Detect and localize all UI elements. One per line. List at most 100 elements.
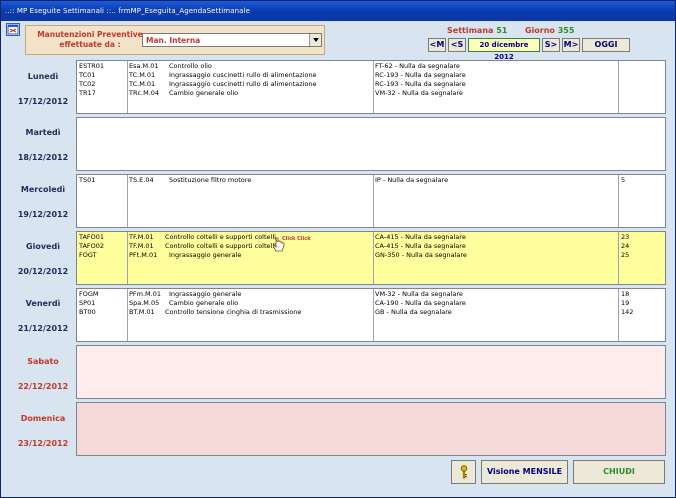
click-indicator-text: Click Click — [282, 236, 311, 242]
procedure-code: PFm.M.01 — [129, 290, 162, 298]
procedure-description: Controllo coltelli e supporti coltelli — [165, 242, 276, 250]
table-row[interactable]: FOGT PFt.M.01 Ingrassaggio generale GN-3… — [77, 251, 665, 260]
table-row[interactable]: ESTR01 Esa.M.01 Controllo olio FT-62 - N… — [77, 62, 665, 71]
procedure-code: Spa.M.05 — [129, 299, 160, 307]
result-note: CA-415 - Nulla da segnalare — [375, 242, 466, 250]
table-row[interactable]: TAFO01 TF.M.01 Controllo coltelli e supp… — [77, 233, 665, 242]
day-panel-thursday[interactable]: TAFO01 TF.M.01 Controllo coltelli e supp… — [76, 231, 666, 285]
record-number: 25 — [621, 251, 630, 259]
day-panel-sunday[interactable] — [76, 402, 666, 456]
filter-label: Manutenzioni Preventive effettuate da : — [37, 30, 143, 49]
calendar-window-icon[interactable] — [6, 23, 20, 36]
maintenance-type-value: Man. Interna — [146, 36, 201, 45]
help-button[interactable] — [451, 460, 476, 484]
day-name-tuesday: Martedì — [25, 128, 61, 137]
day-panel-saturday[interactable] — [76, 345, 666, 399]
result-note: GB - Nulla da segnalare — [375, 308, 452, 316]
day-name-wednesday: Mercoledì — [20, 185, 66, 194]
day-panel-wednesday[interactable]: TS01 TS.E.04 Sostituzione filtro motore … — [76, 174, 666, 228]
result-note: RC-193 - Nulla da segnalare — [375, 71, 466, 79]
maintenance-type-select[interactable]: Man. Interna — [142, 33, 322, 47]
close-button[interactable]: CHIUDI — [573, 460, 665, 484]
result-note: CA-415 - Nulla da segnalare — [375, 233, 466, 241]
procedure-description: Cambio generale olio — [169, 299, 239, 307]
today-button[interactable]: OGGI — [582, 38, 630, 52]
day-date-wednesday: 19/12/2012 — [17, 210, 69, 219]
result-note: GN-350 - Nulla da segnalare — [375, 251, 467, 259]
asset-code: SP01 — [79, 299, 96, 307]
monthly-view-button[interactable]: Visione MENSILE — [481, 460, 568, 484]
procedure-code: TF.M.01 — [129, 242, 154, 250]
day-date-tuesday: 18/12/2012 — [17, 153, 69, 162]
previous-week-button[interactable]: <S — [448, 38, 466, 52]
procedure-description: Ingrassaggio generale — [169, 251, 242, 259]
maintenance-filter-panel: Manutenzioni Preventive effettuate da : … — [25, 25, 325, 55]
asset-code: TS01 — [79, 176, 96, 184]
day-date-monday: 17/12/2012 — [17, 97, 69, 106]
day-panel-monday[interactable]: ESTR01 Esa.M.01 Controllo olio FT-62 - N… — [76, 60, 666, 114]
day-date-saturday: 22/12/2012 — [17, 382, 69, 391]
key-icon — [460, 465, 467, 479]
asset-code: TC02 — [79, 80, 96, 88]
procedure-code: TRc.M.04 — [129, 89, 160, 97]
day-date-friday: 21/12/2012 — [17, 324, 69, 333]
window-title: ..:: MP Eseguite Settimanali ::.. frmMP_… — [5, 7, 250, 15]
table-row[interactable]: TS01 TS.E.04 Sostituzione filtro motore … — [77, 176, 665, 185]
procedure-code: TF.M.01 — [129, 233, 154, 241]
asset-code: FOGT — [79, 251, 97, 259]
asset-code: TAFO02 — [79, 242, 105, 250]
result-note: VM-32 - Nulla da segnalare — [375, 89, 463, 97]
day-panel-tuesday[interactable] — [76, 117, 666, 171]
day-date-sunday: 23/12/2012 — [17, 439, 69, 448]
day-name-sunday: Domenica — [20, 414, 66, 423]
current-date-field[interactable]: 20 dicembre 2012 — [468, 38, 540, 61]
day-of-year-number: 355 — [557, 26, 575, 35]
procedure-code: Esa.M.01 — [129, 62, 159, 70]
day-name-friday: Venerdì — [25, 299, 61, 308]
week-info: Settimana 51 Giorno 355 — [447, 26, 574, 35]
table-row[interactable]: BT00 BT.M.01 Controllo tensione cinghia … — [77, 308, 665, 317]
record-number: 24 — [621, 242, 630, 250]
day-name-monday: Lunedì — [27, 72, 59, 81]
procedure-description: Ingrassaggio cuscinetti rullo di aliment… — [169, 71, 317, 79]
procedure-code: TS.E.04 — [129, 176, 154, 184]
table-row[interactable]: FOGM PFm.M.01 Ingrassaggio generale VM-3… — [77, 290, 665, 299]
table-row[interactable]: TC01 TC.M.01 Ingrassaggio cuscinetti rul… — [77, 71, 665, 80]
asset-code: TR17 — [79, 89, 96, 97]
asset-code: TC01 — [79, 71, 96, 79]
week-number: 51 — [496, 26, 508, 35]
asset-code: FOGM — [79, 290, 99, 298]
result-note: IP - Nulla da segnalare — [375, 176, 449, 184]
table-row[interactable]: TR17 TRc.M.04 Cambio generale olio VM-32… — [77, 89, 665, 98]
record-number: 18 — [621, 290, 630, 298]
asset-code: TAFO01 — [79, 233, 105, 241]
result-note: FT-62 - Nulla da segnalare — [375, 62, 460, 70]
result-note: RC-193 - Nulla da segnalare — [375, 80, 466, 88]
table-row[interactable]: TAFO02 TF.M.01 Controllo coltelli e supp… — [77, 242, 665, 251]
procedure-description: Controllo olio — [169, 62, 212, 70]
table-row[interactable]: TC02 TC.M.01 Ingrassaggio cuscinetti rul… — [77, 80, 665, 89]
result-note: VM-32 - Nulla da segnalare — [375, 290, 463, 298]
record-number: 19 — [621, 299, 630, 307]
procedure-code: TC.M.01 — [129, 71, 156, 79]
day-name-thursday: Giovedì — [26, 242, 60, 251]
next-month-button[interactable]: M> — [562, 38, 580, 52]
week-label: Settimana — [447, 26, 494, 35]
next-week-button[interactable]: S> — [542, 38, 560, 52]
procedure-description: Sostituzione filtro motore — [169, 176, 252, 184]
record-number: 142 — [621, 308, 634, 316]
asset-code: BT00 — [79, 308, 96, 316]
record-number: 5 — [621, 176, 626, 184]
day-name-saturday: Sabato — [27, 357, 59, 366]
chevron-down-icon[interactable] — [309, 34, 321, 46]
result-note: CA-190 - Nulla da segnalare — [375, 299, 466, 307]
day-date-thursday: 20/12/2012 — [17, 267, 69, 276]
previous-month-button[interactable]: <M — [428, 38, 446, 52]
record-number: 23 — [621, 233, 630, 241]
title-bar: ..:: MP Eseguite Settimanali ::.. frmMP_… — [1, 1, 675, 21]
procedure-description: Cambio generale olio — [169, 89, 239, 97]
day-panel-friday[interactable]: FOGM PFm.M.01 Ingrassaggio generale VM-3… — [76, 288, 666, 342]
asset-code: ESTR01 — [79, 62, 104, 70]
procedure-code: TC.M.01 — [129, 80, 156, 88]
table-row[interactable]: SP01 Spa.M.05 Cambio generale olio CA-19… — [77, 299, 665, 308]
